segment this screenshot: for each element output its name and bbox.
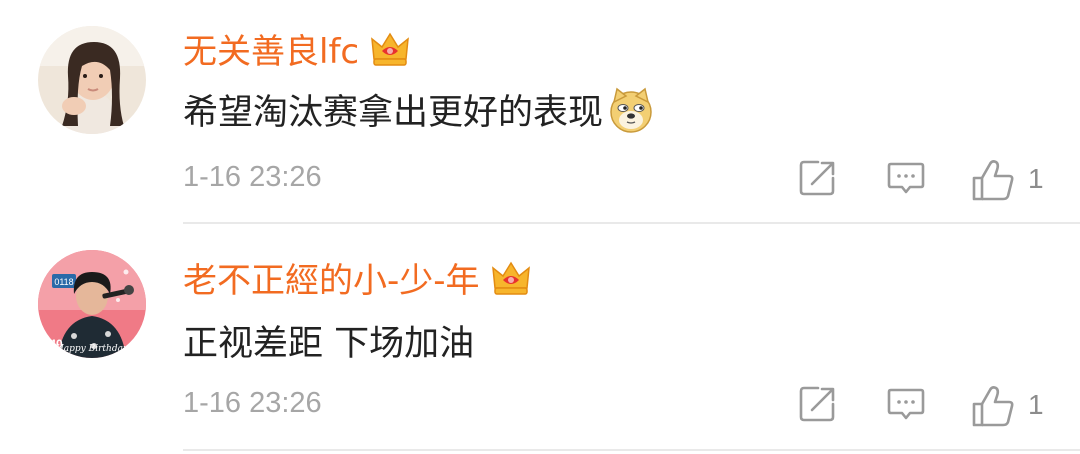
reply-comment-icon[interactable] [886,158,926,198]
comment-actions: 1 [0,0,1080,227]
comment-item: 无关善良lfc 希望淘汰赛拿出更好的表现 1-16 23:26 1 [0,0,1080,227]
reply-comment-icon[interactable] [886,384,926,424]
like-count: 1 [1028,389,1044,420]
repost-icon[interactable] [798,158,838,198]
divider [183,222,1080,224]
like-thumb-icon[interactable] [970,158,1016,202]
comment-actions: 1 [0,227,1080,454]
divider [183,449,1080,451]
comment-item: 0118 Happy Birthday 40 老不正經的小-少-年 正视差距 下… [0,227,1080,454]
like-count: 1 [1028,163,1044,194]
like-thumb-icon[interactable] [970,384,1016,428]
repost-icon[interactable] [798,384,838,424]
